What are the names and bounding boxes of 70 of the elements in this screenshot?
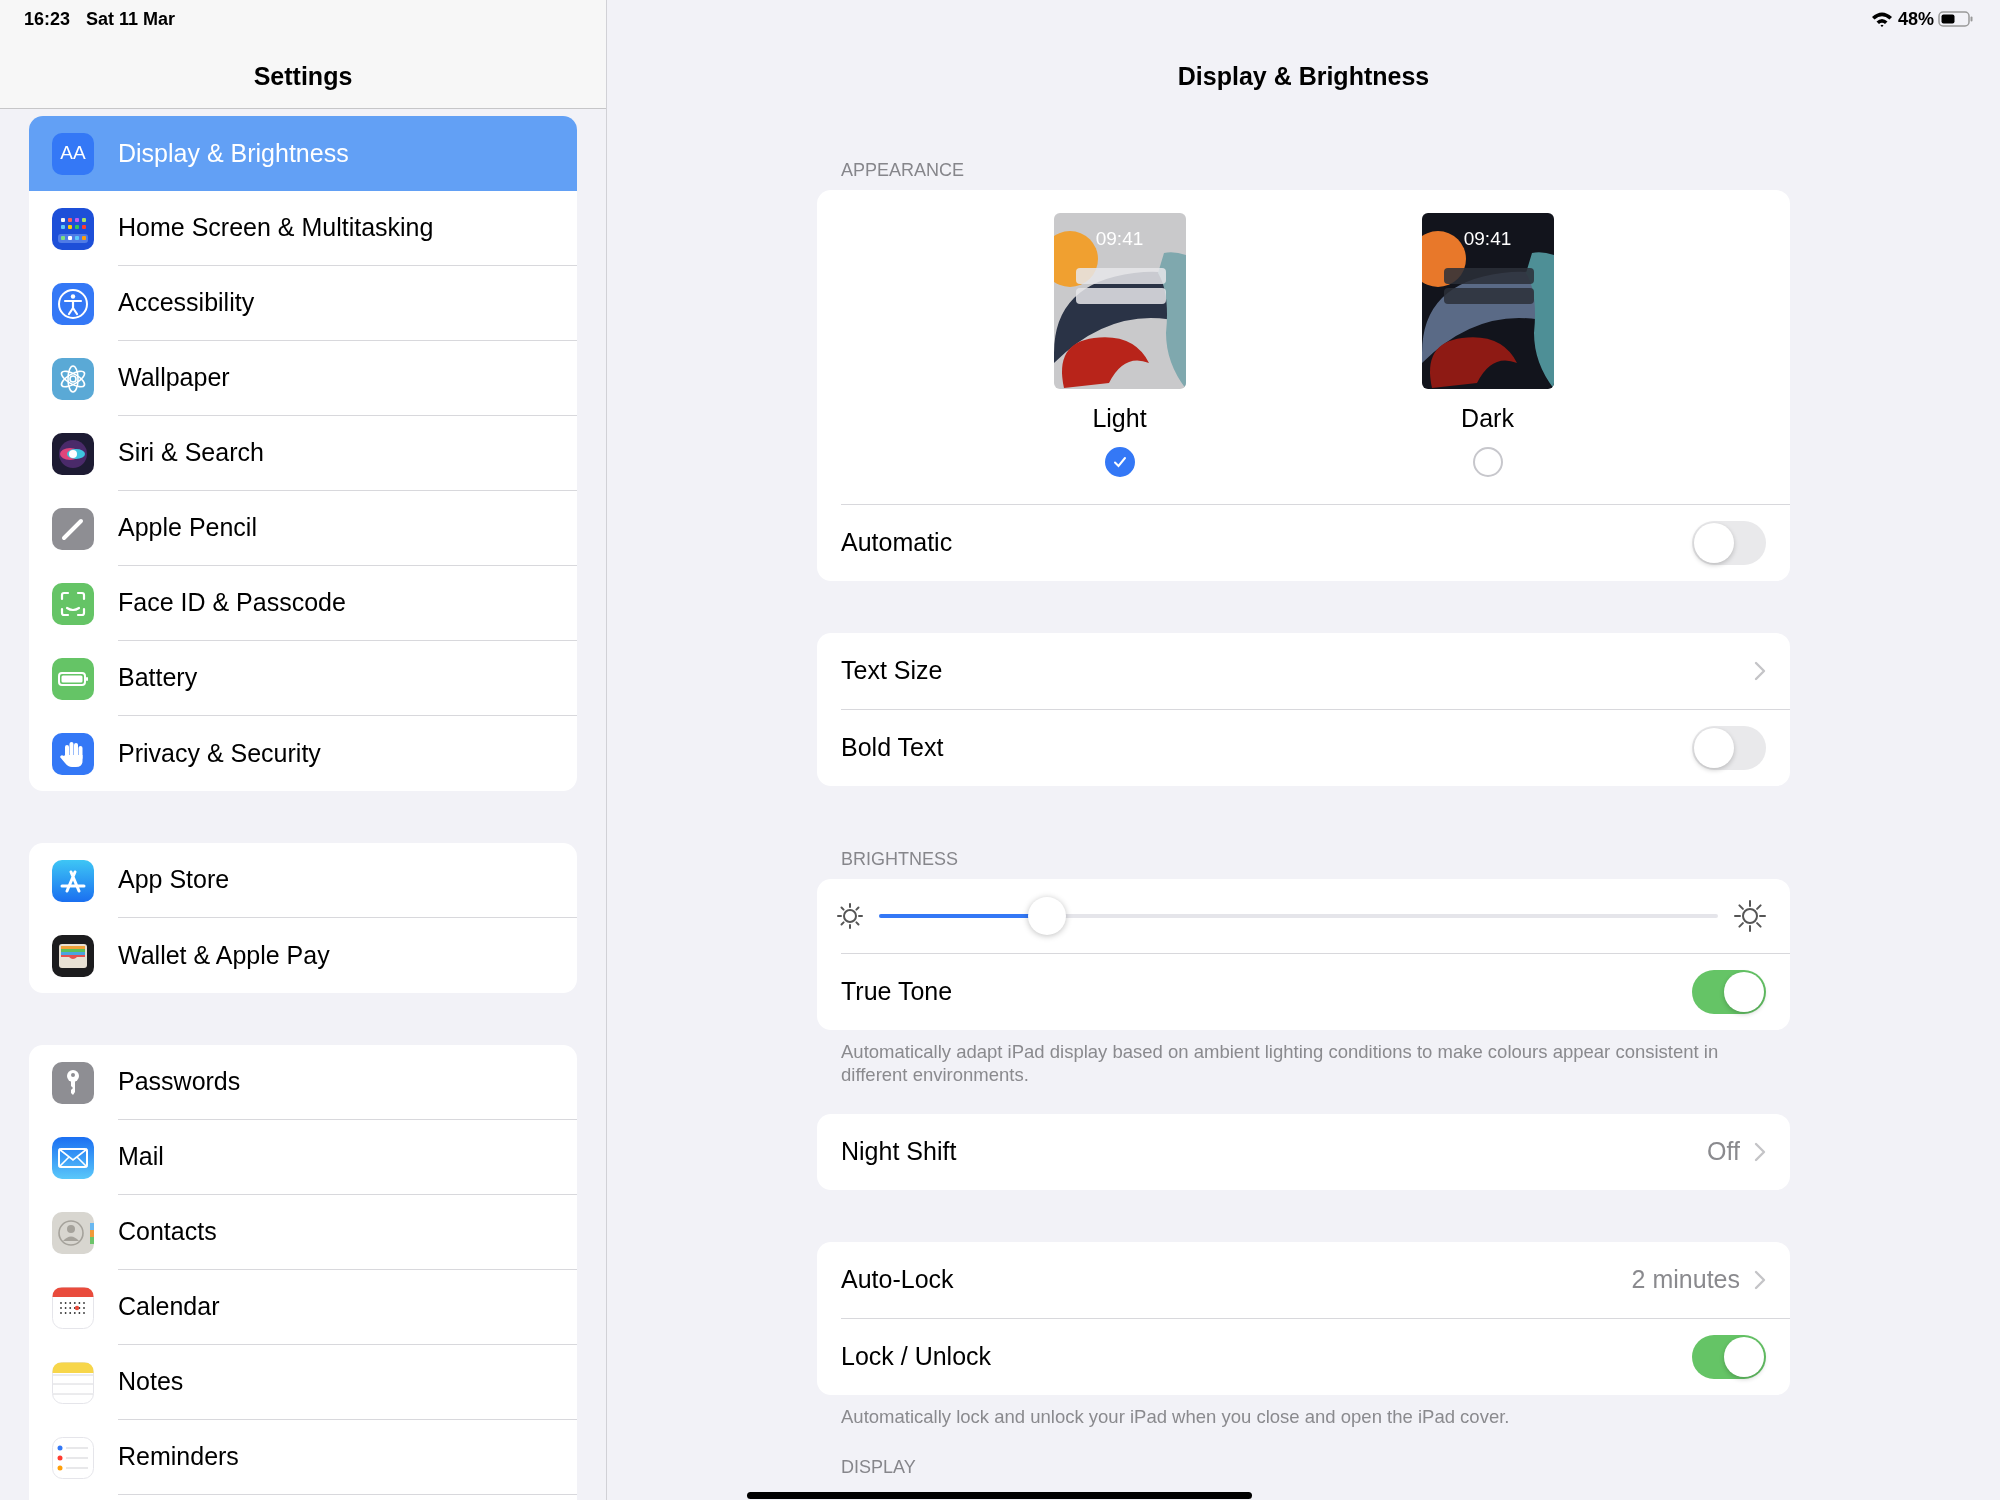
sidebar-item[interactable]: Contacts (29, 1195, 577, 1270)
setting-label: True Tone (841, 977, 953, 1006)
contact-card-icon (52, 1211, 94, 1254)
preview-time: 09:41 (1462, 227, 1513, 251)
toggle-switch[interactable] (1692, 521, 1766, 565)
orb-icon (52, 432, 94, 475)
radio-button[interactable] (1104, 447, 1135, 477)
setting-value: 2 minutes (1631, 1264, 1740, 1296)
toggle-switch[interactable] (1692, 1335, 1766, 1379)
flower-icon (52, 357, 94, 400)
sidebar-item[interactable]: Wallet & Apple Pay (29, 918, 577, 993)
grid-icon (52, 207, 94, 250)
section-header: APPEARANCE (841, 159, 965, 181)
notepad-icon (52, 1361, 94, 1404)
sidebar-item[interactable]: Privacy & Security (29, 716, 577, 791)
key-icon (52, 1061, 94, 1104)
setting-label: Automatic (841, 528, 953, 557)
setting-label[interactable]: Auto-Lock (841, 1265, 954, 1294)
slider-thumb[interactable] (1027, 897, 1066, 935)
hand-icon (52, 732, 94, 775)
checkmark-icon (1111, 454, 1128, 470)
text-size-icon: AA (52, 132, 94, 175)
setting-label: Lock / Unlock (841, 1342, 992, 1371)
sidebar-item[interactable]: Passwords (29, 1045, 577, 1120)
chevron-icon[interactable] (1754, 1142, 1766, 1162)
stylized-a-icon (52, 859, 94, 902)
envelope-icon (52, 1136, 94, 1179)
radio-button[interactable] (1472, 447, 1503, 477)
page-title: Display & Brightness (1176, 61, 1431, 92)
option-label: Dark (1461, 403, 1514, 433)
chevron-icon[interactable] (1754, 1270, 1766, 1290)
toggle-switch[interactable] (1692, 970, 1766, 1014)
sidebar-item[interactable]: Wallpaper (29, 341, 577, 416)
sidebar-item[interactable]: Apple Pencil (29, 491, 577, 566)
setting-label[interactable]: Night Shift (841, 1137, 957, 1166)
sidebar-item[interactable]: Mail (29, 1120, 577, 1195)
sidebar-item[interactable]: Accessibility (29, 266, 577, 341)
calendar-icon (52, 1286, 94, 1329)
pencil-icon (52, 507, 94, 550)
setting-label[interactable]: Text Size (841, 656, 943, 685)
sidebar-item[interactable]: Reminders (29, 1420, 577, 1495)
sidebar-item[interactable]: Face ID & Passcode (29, 566, 577, 641)
checklist-icon (52, 1436, 94, 1479)
wallet-icon (52, 934, 94, 977)
sidebar-title: Settings (252, 61, 354, 92)
section-header: DISPLAY (841, 1456, 916, 1478)
brightness-high-icon (1734, 900, 1766, 932)
brightness-low-icon (837, 903, 863, 929)
sidebar-item[interactable]: Battery (29, 641, 577, 716)
scan-frame-icon (52, 582, 94, 625)
sidebar-item[interactable]: AA Display & Brightness (29, 116, 577, 191)
sidebar-item[interactable]: Calendar (29, 1270, 577, 1345)
battery-icon (1938, 10, 1974, 28)
chevron-icon[interactable] (1754, 661, 1766, 681)
sidebar-item[interactable]: Notes (29, 1345, 577, 1420)
section-header: BRIGHTNESS (841, 848, 959, 870)
sidebar-item[interactable]: Siri & Search (29, 416, 577, 491)
status-time: 16:23 (24, 8, 71, 31)
footer-note: Automatically lock and unlock your iPad when you close and open the iPad cover. (841, 1406, 1510, 1427)
setting-label: Bold Text (841, 733, 944, 762)
option-label: Light (1092, 403, 1147, 433)
setting-value: Off (1707, 1136, 1740, 1168)
toggle-switch[interactable] (1692, 726, 1766, 770)
sidebar-item[interactable]: Home Screen & Multitasking (29, 191, 577, 266)
sidebar-item[interactable]: App Store (29, 843, 577, 918)
battery-percentage: 48% (1897, 8, 1934, 31)
battery-icon (52, 657, 94, 700)
footer-note: Automatically adapt iPad display based on ambient lighting conditions to make colours appear consistent in different environments. (841, 1041, 1719, 1085)
accessibility-icon (52, 282, 94, 325)
status-date: Sat 11 Mar (86, 8, 176, 31)
